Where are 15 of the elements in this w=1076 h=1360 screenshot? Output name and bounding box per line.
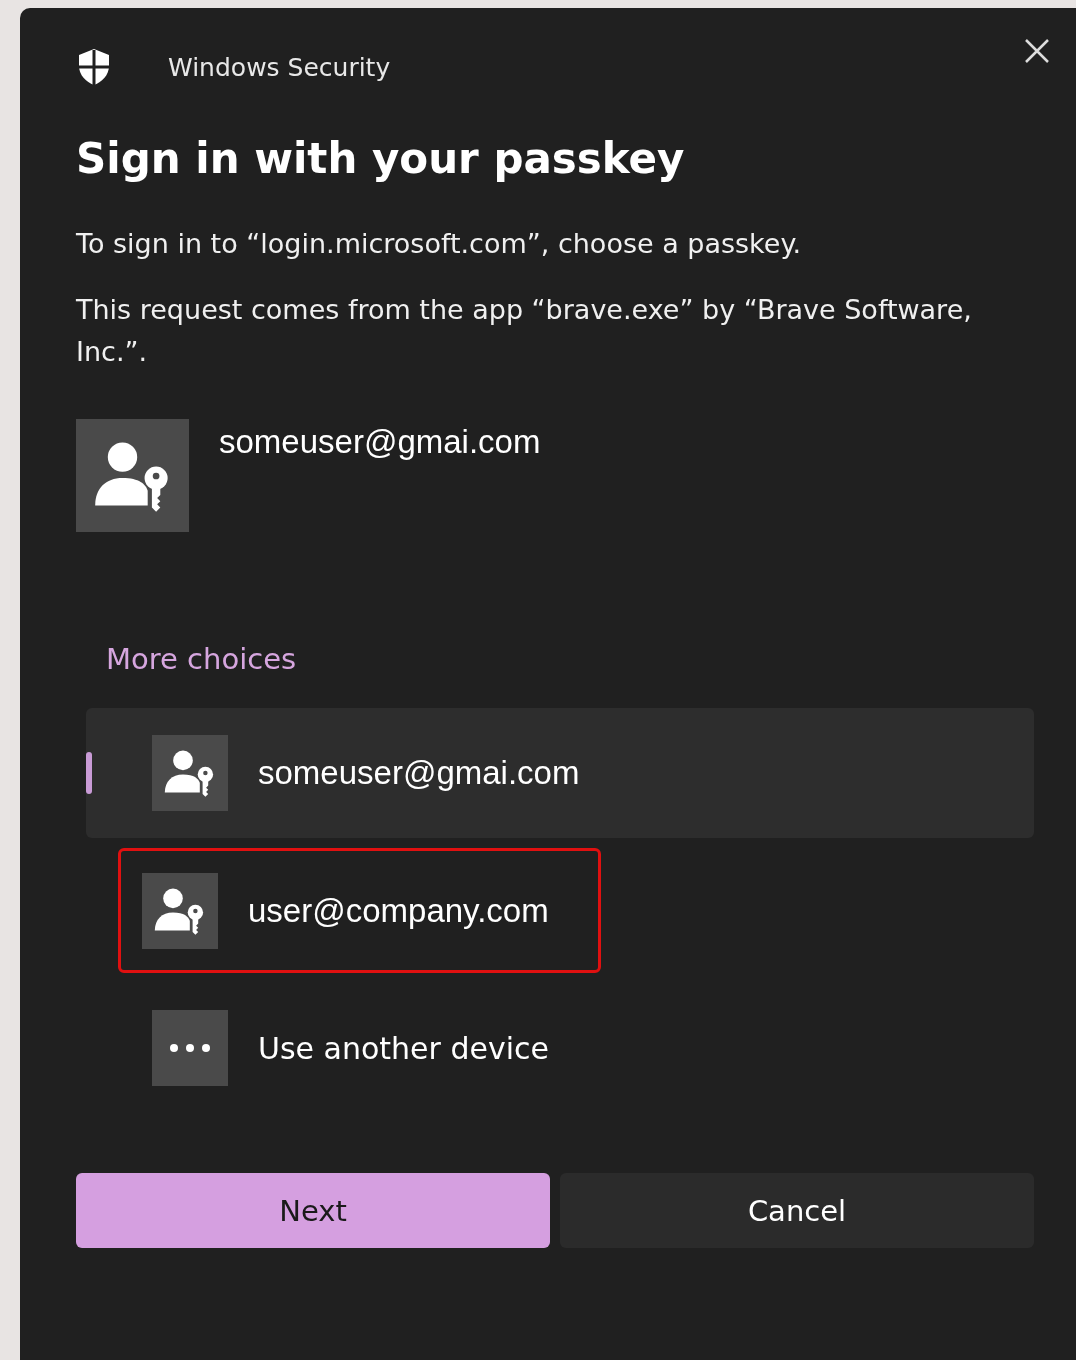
message-text: To sign in to “login.microsoft.com”, choose a passkey. (76, 227, 803, 261)
more-choices-label: More choices (106, 642, 298, 676)
next-button[interactable]: Next (76, 1173, 550, 1248)
passkey-option[interactable]: Use another device (86, 983, 1034, 1113)
window-title: Windows Security (168, 52, 391, 82)
selection-indicator (86, 752, 92, 794)
message-text: This request comes from the app “brave.exe” by “Brave Software, Inc.”. (76, 293, 973, 369)
more-icon (169, 1043, 211, 1053)
cancel-button[interactable]: Cancel (560, 1173, 1034, 1248)
passkey-option[interactable]: someuser@gmai.com (86, 708, 1034, 838)
passkey-option[interactable]: user@company.com (118, 848, 601, 973)
shield-icon (76, 48, 112, 86)
dialog-heading: Sign in with your passkey (76, 134, 686, 183)
account-email: someuser@gmai.com (219, 423, 541, 461)
close-icon (1024, 38, 1050, 64)
